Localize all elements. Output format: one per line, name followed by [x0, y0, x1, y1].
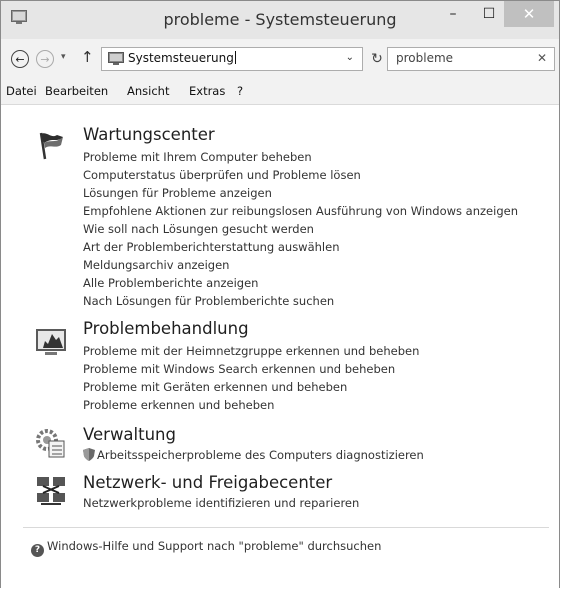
search-input[interactable]: probleme [396, 51, 453, 65]
menu-bearbeiten[interactable]: Bearbeiten [45, 84, 108, 98]
network-icon [37, 477, 65, 505]
text-caret [234, 51, 236, 64]
shield-icon [83, 448, 95, 461]
help-link-label: Windows-Hilfe und Support nach "probleme… [47, 539, 382, 553]
help-icon: ? [31, 544, 44, 557]
forward-button[interactable]: → [36, 50, 54, 68]
menu-ansicht[interactable]: Ansicht [127, 84, 169, 98]
forward-arrow-icon: → [40, 52, 50, 66]
task-link[interactable]: Wie soll nach Lösungen gesucht werden [83, 222, 314, 236]
task-link[interactable]: Alle Problemberichte anzeigen [83, 276, 258, 290]
task-link[interactable]: Netzwerkprobleme identifizieren und repa… [83, 496, 359, 510]
task-link[interactable]: Art der Problemberichterstattung auswähl… [83, 240, 339, 254]
help-search-link[interactable]: ? Windows-Hilfe und Support nach "problem… [31, 539, 381, 557]
address-value: Systemsteuerung [128, 51, 234, 65]
task-link[interactable]: Probleme mit Geräten erkennen und behebe… [83, 380, 347, 394]
window: probleme - Systemsteuerung – ☐ ✕ ← → ▾ ↑… [0, 0, 560, 589]
flag-icon [39, 132, 63, 160]
refresh-button[interactable]: ↻ [369, 47, 385, 71]
menu-bar: Datei Bearbeiten Ansicht Extras ? [1, 81, 559, 103]
task-link[interactable]: Computerstatus überprüfen und Probleme l… [83, 168, 361, 182]
menu-datei[interactable]: Datei [6, 84, 37, 98]
menu-extras[interactable]: Extras [189, 84, 225, 98]
task-link[interactable]: Meldungsarchiv anzeigen [83, 258, 229, 272]
control-panel-icon [108, 52, 124, 65]
task-link[interactable]: Arbeitsspeicherprobleme des Computers di… [83, 448, 424, 462]
admin-tools-icon [36, 429, 65, 458]
close-button[interactable]: ✕ [504, 1, 554, 27]
task-link[interactable]: Probleme mit der Heimnetzgruppe erkennen… [83, 344, 419, 358]
task-link[interactable]: Probleme mit Windows Search erkennen und… [83, 362, 395, 376]
task-link[interactable]: Empfohlene Aktionen zur reibungslosen Au… [83, 204, 518, 218]
category-title[interactable]: Wartungscenter [83, 125, 215, 144]
menu-help[interactable]: ? [237, 84, 243, 98]
task-link[interactable]: Lösungen für Probleme anzeigen [83, 186, 272, 200]
back-arrow-icon: ← [15, 52, 25, 66]
task-link[interactable]: Probleme erkennen und beheben [83, 398, 274, 412]
category-title[interactable]: Problembehandlung [83, 319, 249, 338]
content-area: Wartungscenter Probleme mit Ihrem Comput… [1, 104, 559, 589]
recent-locations-button[interactable]: ▾ [61, 52, 66, 62]
up-button[interactable]: ↑ [81, 48, 94, 66]
address-dropdown-icon[interactable]: ⌄ [346, 52, 354, 63]
task-link[interactable]: Probleme mit Ihrem Computer beheben [83, 150, 312, 164]
task-link-label: Arbeitsspeicherprobleme des Computers di… [97, 448, 424, 462]
address-bar[interactable]: Systemsteuerung ⌄ [101, 47, 363, 71]
title-bar: probleme - Systemsteuerung – ☐ ✕ [1, 1, 559, 39]
divider [23, 527, 549, 528]
clear-search-icon[interactable]: ✕ [537, 51, 547, 65]
troubleshoot-icon [36, 329, 66, 355]
back-button[interactable]: ← [11, 50, 29, 68]
search-box[interactable]: probleme ✕ [387, 47, 555, 71]
task-link[interactable]: Nach Lösungen für Problemberichte suchen [83, 294, 334, 308]
navigation-bar: ← → ▾ ↑ Systemsteuerung ⌄ ↻ probleme ✕ [1, 39, 559, 81]
category-title[interactable]: Netzwerk- und Freigabecenter [83, 473, 332, 492]
category-title[interactable]: Verwaltung [83, 425, 176, 444]
address-text[interactable]: Systemsteuerung [128, 51, 236, 65]
